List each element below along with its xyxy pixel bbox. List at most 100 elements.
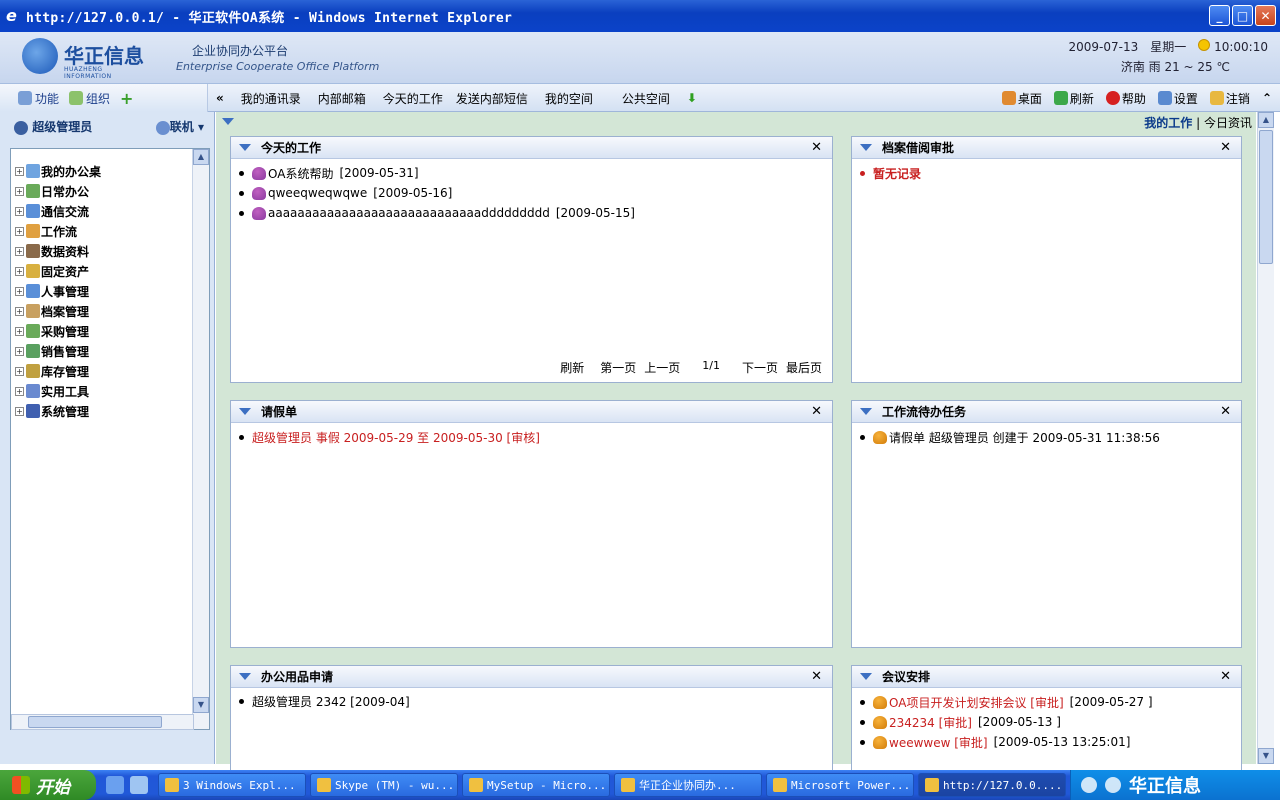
tree-node[interactable]: + 采购管理 <box>15 321 101 341</box>
tree-node[interactable]: + 库存管理 <box>15 361 101 381</box>
collapse-icon[interactable] <box>239 408 251 415</box>
taskbar-button[interactable]: 3 Windows Expl... <box>158 773 306 797</box>
online-status[interactable]: 联机 ▾ <box>155 118 204 135</box>
content-toggle-icon[interactable] <box>222 118 234 125</box>
list-item[interactable]: 请假单 超级管理员 创建于 2009-05-31 11:38:56 <box>858 427 1235 447</box>
pager-first[interactable]: 第一页 <box>600 359 636 376</box>
tree-node[interactable]: + 工作流 <box>15 221 101 241</box>
expand-icon[interactable]: + <box>15 186 24 196</box>
taskbar-button[interactable]: 华正企业协同办... <box>614 773 762 797</box>
tree-node[interactable]: + 我的办公桌 <box>15 161 101 181</box>
tree-node[interactable]: + 销售管理 <box>15 341 101 361</box>
expand-icon[interactable]: + <box>15 326 24 336</box>
desktop-button[interactable]: 桌面 <box>1001 90 1042 107</box>
close-icon[interactable]: ✕ <box>1220 669 1231 684</box>
nav-organization[interactable]: 组织 <box>69 90 110 107</box>
pager-next[interactable]: 下一页 <box>742 359 778 376</box>
tree-node[interactable]: + 通信交流 <box>15 201 101 221</box>
expand-icon[interactable]: + <box>15 166 24 176</box>
scroll-thumb[interactable] <box>1259 130 1273 264</box>
scroll-down-icon[interactable]: ▼ <box>1258 748 1274 764</box>
item-title[interactable]: weewwew [审批] <box>889 734 988 751</box>
ie-icon[interactable] <box>106 776 124 794</box>
nav-function[interactable]: 功能 <box>18 90 59 107</box>
menu-contacts[interactable]: 我的通讯录 <box>241 90 301 107</box>
tree-vertical-scrollbar[interactable]: ▲ ▼ <box>192 149 209 729</box>
expand-icon[interactable]: + <box>15 246 24 256</box>
list-item[interactable]: OA项目开发计划安排会议 [审批] [2009-05-27 ] <box>858 692 1235 712</box>
list-item[interactable]: 超级管理员 事假 2009-05-29 至 2009-05-30 [审核] <box>237 427 826 447</box>
collapse-icon[interactable] <box>860 144 872 151</box>
menu-mailbox[interactable]: 内部邮箱 <box>318 90 366 107</box>
help-button[interactable]: 帮助 <box>1105 90 1146 107</box>
close-icon[interactable]: ✕ <box>1220 140 1231 155</box>
expand-icon[interactable]: + <box>15 266 24 276</box>
expand-icon[interactable]: + <box>15 346 24 356</box>
keyboard-icon[interactable] <box>1081 777 1097 793</box>
scroll-up-icon[interactable]: ▲ <box>193 149 209 165</box>
leave-item-text[interactable]: 超级管理员 事假 2009-05-29 至 2009-05-30 [审核] <box>252 429 540 446</box>
list-item[interactable]: aaaaaaaaaaaaaaaaaaaaaaaaaaaaaddddddddd [2… <box>237 203 826 223</box>
close-icon[interactable]: ✕ <box>811 404 822 419</box>
expand-icon[interactable]: + <box>15 226 24 236</box>
hscroll-thumb[interactable] <box>28 716 162 728</box>
tree-node[interactable]: + 系统管理 <box>15 401 101 421</box>
taskbar-button[interactable]: http://127.0.0.... <box>918 773 1066 797</box>
pager-refresh[interactable]: 刷新 <box>560 359 584 376</box>
explorer-icon[interactable] <box>130 776 148 794</box>
tree-horizontal-scrollbar[interactable] <box>11 714 194 730</box>
item-title[interactable]: aaaaaaaaaaaaaaaaaaaaaaaaaaaaaddddddddd <box>268 206 550 220</box>
logout-button[interactable]: 注销 <box>1209 90 1250 107</box>
expand-icon[interactable]: + <box>15 366 24 376</box>
taskbar-button[interactable]: Skype (TM) - wu... <box>310 773 458 797</box>
minimize-button[interactable]: _ <box>1209 5 1230 26</box>
list-item[interactable]: weewwew [审批] [2009-05-13 13:25:01] <box>858 732 1235 752</box>
add-button[interactable]: + <box>120 89 133 108</box>
collapse-icon[interactable]: « <box>216 91 224 105</box>
scroll-down-icon[interactable]: ▼ <box>193 697 209 713</box>
item-title[interactable]: OA项目开发计划安排会议 [审批] <box>889 694 1064 711</box>
item-title[interactable]: qweeqweqwqwe <box>268 186 367 200</box>
expand-icon[interactable]: + <box>15 306 24 316</box>
collapse-icon[interactable] <box>860 408 872 415</box>
menu-my-space[interactable]: 我的空间 <box>545 90 593 107</box>
pager-last[interactable]: 最后页 <box>786 359 822 376</box>
supplies-item-text[interactable]: 超级管理员 2342 [2009-04] <box>252 693 410 710</box>
close-icon[interactable]: ✕ <box>811 669 822 684</box>
workflow-item-text[interactable]: 请假单 超级管理员 创建于 2009-05-31 11:38:56 <box>889 429 1160 446</box>
list-item[interactable]: 234234 [审批] [2009-05-13 ] <box>858 712 1235 732</box>
list-item[interactable]: 超级管理员 2342 [2009-04] <box>237 692 826 710</box>
list-item[interactable]: qweeqweqwqwe [2009-05-16] <box>237 183 826 203</box>
refresh-button[interactable]: 刷新 <box>1053 90 1094 107</box>
pager-prev[interactable]: 上一页 <box>644 359 680 376</box>
collapse-icon[interactable] <box>860 673 872 680</box>
taskbar-button[interactable]: MySetup - Micro... <box>462 773 610 797</box>
menu-send-sms[interactable]: 发送内部短信 <box>456 90 528 107</box>
page-vertical-scrollbar[interactable]: ▲ ▼ <box>1257 112 1274 764</box>
tree-node[interactable]: + 固定资产 <box>15 261 101 281</box>
start-button[interactable]: 开始 <box>0 770 96 800</box>
expand-icon[interactable]: + <box>15 406 24 416</box>
tree-node[interactable]: + 档案管理 <box>15 301 101 321</box>
settings-button[interactable]: 设置 <box>1157 90 1198 107</box>
close-icon[interactable]: ✕ <box>1220 404 1231 419</box>
menu-public-space[interactable]: 公共空间 <box>622 90 670 107</box>
tab-today-news[interactable]: 今日资讯 <box>1204 116 1252 130</box>
item-title[interactable]: 234234 [审批] <box>889 714 972 731</box>
item-title[interactable]: OA系统帮助 <box>268 165 333 182</box>
expand-icon[interactable]: + <box>15 386 24 396</box>
scroll-up-icon[interactable]: ▲ <box>1258 112 1274 128</box>
expand-icon[interactable]: + <box>15 206 24 216</box>
collapse-icon[interactable] <box>239 144 251 151</box>
tree-node[interactable]: + 日常办公 <box>15 181 101 201</box>
tree-node[interactable]: + 实用工具 <box>15 381 101 401</box>
menu-today-work[interactable]: 今天的工作 <box>383 90 443 107</box>
close-button[interactable]: ✕ <box>1255 5 1276 26</box>
tab-my-work[interactable]: 我的工作 <box>1144 116 1192 130</box>
list-item[interactable]: OA系统帮助 [2009-05-31] <box>237 163 826 183</box>
tree-node[interactable]: + 人事管理 <box>15 281 101 301</box>
collapse-up-icon[interactable]: ⌃ <box>1262 91 1272 105</box>
download-icon[interactable]: ⬇ <box>687 91 697 105</box>
tree-node[interactable]: + 数据资料 <box>15 241 101 261</box>
taskbar-button[interactable]: Microsoft Power... <box>766 773 914 797</box>
